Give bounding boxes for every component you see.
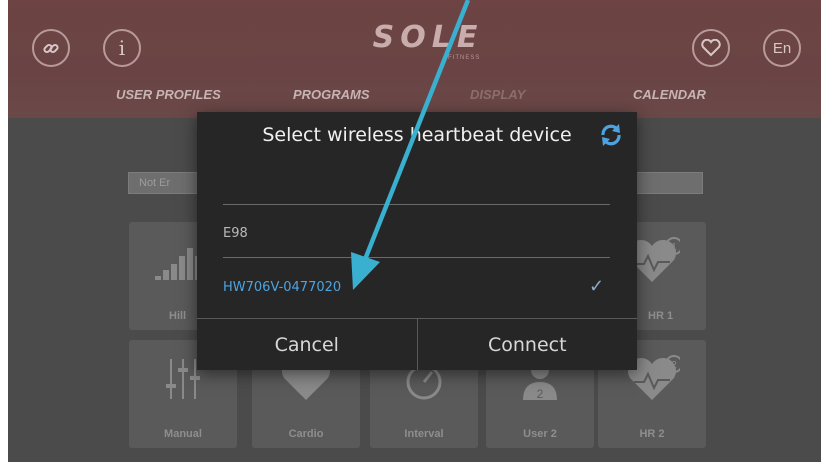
- info-icon: i: [118, 36, 126, 60]
- wireless-device-dialog: Select wireless heartbeat device E98 HW7…: [197, 112, 637, 370]
- language-label: En: [772, 39, 792, 57]
- tile-user2-label: User 2: [523, 428, 557, 440]
- device-item-hw706v[interactable]: HW706V-0477020: [223, 280, 341, 295]
- link-icon[interactable]: [32, 29, 70, 67]
- check-icon: ✓: [589, 276, 605, 296]
- dialog-actions: Cancel Connect: [197, 318, 637, 370]
- list-divider: [223, 204, 610, 205]
- info-button[interactable]: i: [103, 29, 141, 67]
- svg-text:2: 2: [537, 387, 544, 401]
- tile-interval-label: Interval: [404, 428, 444, 440]
- nav-display[interactable]: DISPLAY: [470, 87, 525, 107]
- cancel-button[interactable]: Cancel: [197, 319, 417, 370]
- heart-rate-icon[interactable]: [692, 29, 730, 67]
- svg-text:2: 2: [671, 360, 677, 371]
- device-item-e98[interactable]: E98: [223, 226, 248, 241]
- nav-user-profiles[interactable]: USER PROFILES: [116, 87, 221, 107]
- tile-manual-label: Manual: [164, 428, 202, 440]
- tile-cardio-label: Cardio: [288, 428, 324, 440]
- tile-hr2-label: HR 2: [639, 428, 665, 440]
- svg-text:1: 1: [671, 242, 677, 253]
- language-button[interactable]: En: [763, 29, 801, 67]
- sole-logo: SOLE: [372, 20, 484, 55]
- list-divider: [223, 257, 610, 258]
- nav-programs[interactable]: PROGRAMS: [293, 87, 370, 107]
- nav-calendar[interactable]: CALENDAR: [633, 87, 706, 107]
- connect-button[interactable]: Connect: [416, 319, 638, 370]
- refresh-icon[interactable]: [598, 122, 624, 148]
- logo-subtitle: FITNESS: [448, 55, 481, 61]
- dialog-title: Select wireless heartbeat device: [262, 124, 572, 146]
- header-bar: i SOLE FITNESS En USER PROFILES PROGRAMS…: [8, 0, 821, 118]
- secondary-dropdown[interactable]: [628, 172, 703, 194]
